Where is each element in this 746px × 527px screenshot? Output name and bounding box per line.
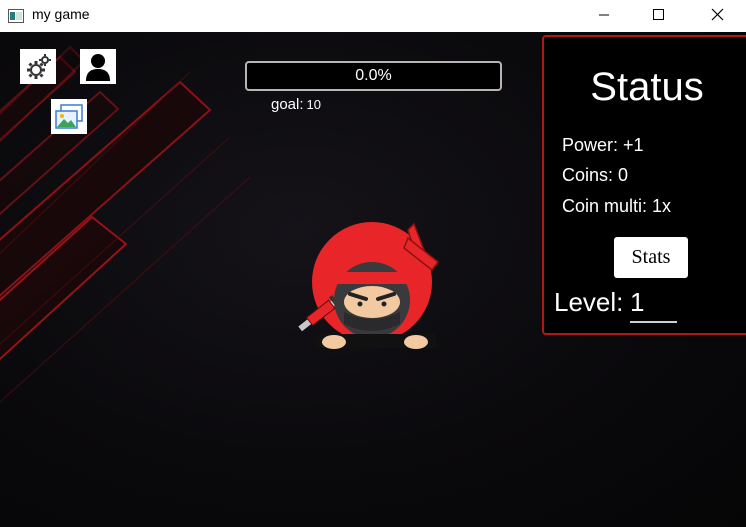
title-bar: my game — [0, 0, 746, 32]
coins-stat: Coins: 0 — [562, 165, 629, 185]
gallery-button[interactable] — [51, 99, 87, 134]
coin-multiplier-stat: Coin multi: 1x — [562, 196, 672, 216]
settings-button[interactable] — [20, 49, 56, 84]
close-icon — [711, 8, 724, 21]
minimize-button[interactable] — [581, 0, 627, 32]
status-title: Status — [590, 65, 704, 109]
image-icon — [55, 103, 83, 129]
game-area[interactable]: 0.0% goal: 10 Status Power: +1 Coins: 0 C… — [0, 32, 746, 527]
goal-progress-bar: 0.0% — [245, 61, 502, 91]
profile-button[interactable] — [80, 49, 116, 84]
progress-percent: 0.0% — [355, 67, 392, 84]
power-stat: Power: +1 — [562, 135, 644, 155]
gears-icon — [27, 53, 51, 79]
minimize-icon — [599, 14, 609, 16]
goal-value: 10 — [306, 97, 321, 112]
status-panel: Status Power: +1 Coins: 0 Coin multi: 1x… — [542, 35, 746, 335]
level-value: 1 — [630, 287, 677, 323]
maximize-icon — [653, 9, 664, 20]
goal-line: goal: 10 — [271, 96, 321, 114]
user-icon — [86, 53, 110, 81]
ninja-icon[interactable] — [296, 220, 442, 352]
window-title: my game — [32, 6, 90, 22]
maximize-button[interactable] — [635, 0, 681, 32]
close-button[interactable] — [692, 0, 738, 32]
goal-label: goal: — [271, 96, 304, 113]
stats-button[interactable]: Stats — [614, 237, 688, 278]
level-label: Level: — [554, 287, 624, 317]
window-app-icon — [8, 9, 24, 23]
